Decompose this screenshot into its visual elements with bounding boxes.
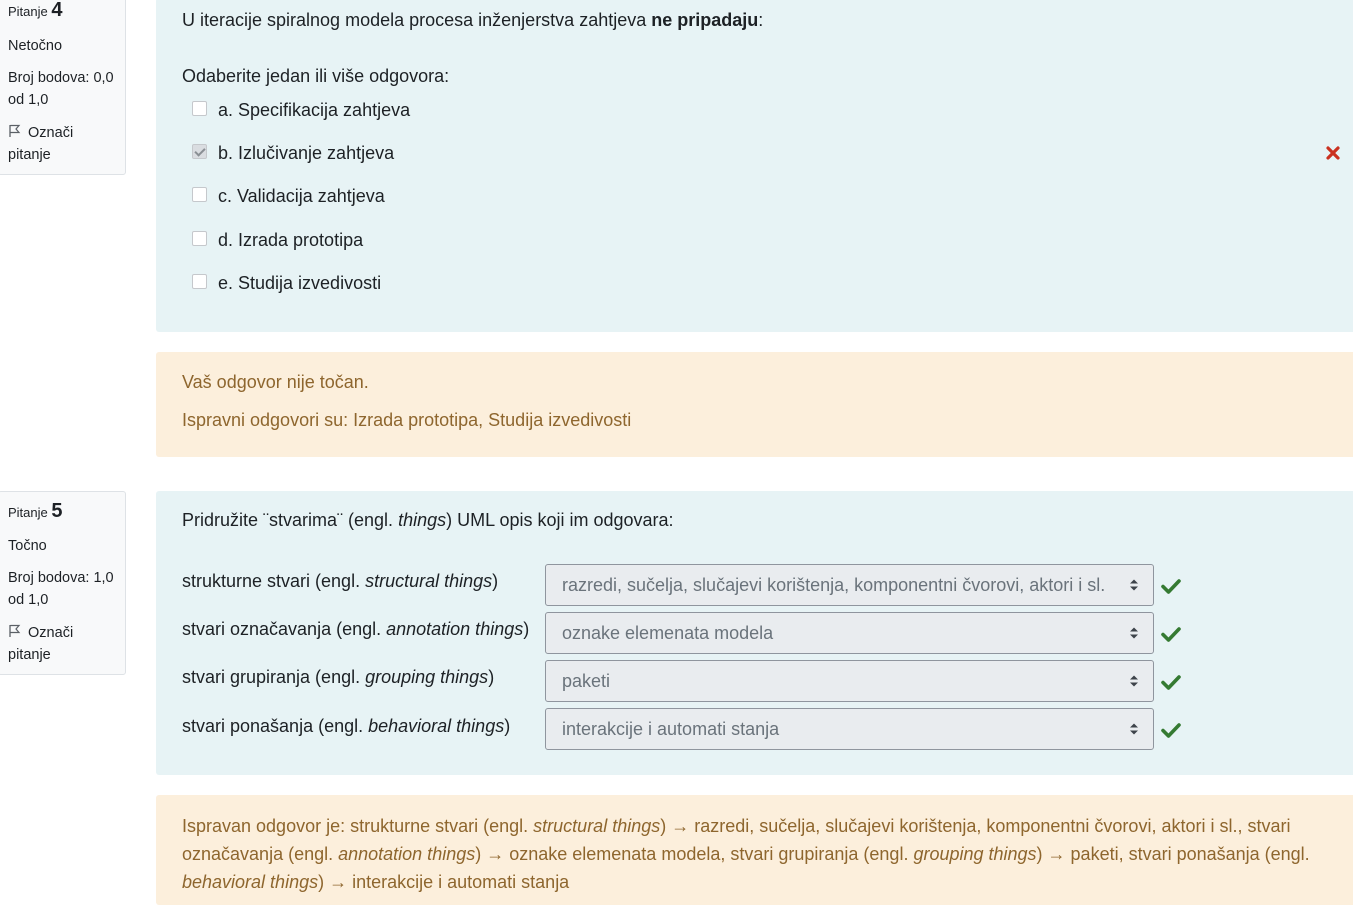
select-value: razredi, sučelja, slučajevi korištenja, … bbox=[562, 575, 1106, 595]
row-label-end: ) bbox=[504, 716, 511, 736]
question-text-start: U iteracije spiralnog modela procesa inž… bbox=[182, 10, 652, 30]
checkbox-a[interactable] bbox=[192, 101, 207, 116]
question-grade-line2: od 1,0 bbox=[8, 592, 49, 608]
select-arrows-icon bbox=[1130, 675, 1138, 687]
feedback-em: behavioral things bbox=[182, 872, 319, 892]
feedback-right-answer-line1: Ispravan odgovor je: strukturne stvari (… bbox=[182, 812, 1290, 840]
match-select-annotation[interactable]: oznake elemenata modela bbox=[545, 612, 1154, 654]
match-select-behavioral[interactable]: interakcije i automati stanja bbox=[545, 708, 1154, 750]
check-icon bbox=[1161, 579, 1181, 594]
question-text-em: things bbox=[398, 510, 447, 530]
feedback-text: Ispravan odgovor je: strukturne stvari (… bbox=[182, 816, 534, 836]
feedback-em: structural things bbox=[533, 816, 661, 836]
select-value: paketi bbox=[562, 671, 611, 691]
feedback-text: ) → interakcije i automati stanja bbox=[318, 872, 570, 892]
option-label-b[interactable]: b. Izlučivanje zahtjeva bbox=[218, 141, 394, 165]
flag-label-line2: pitanje bbox=[8, 147, 51, 163]
flag-question-link[interactable]: Označi pitanje bbox=[8, 122, 73, 166]
question-number: Pitanje 4 bbox=[8, 0, 63, 23]
question-info-5: Pitanje 5 Točno Broj bodova: 1,0 od 1,0 … bbox=[0, 491, 126, 675]
row-label-em: structural things bbox=[365, 571, 493, 591]
feedback-em: grouping things bbox=[913, 844, 1037, 864]
question-formulation-5: Pridružite ¨stvarima¨ (engl. things) UML… bbox=[156, 491, 1353, 775]
check-icon bbox=[1161, 675, 1181, 690]
feedback-text: označavanja (engl. bbox=[182, 844, 339, 864]
question-number-prefix: Pitanje bbox=[8, 505, 48, 520]
check-icon bbox=[1161, 723, 1181, 738]
row-label-em: grouping things bbox=[365, 667, 489, 687]
row-label-text: stvari grupiranja (engl. bbox=[182, 667, 366, 687]
row-label-text: stvari ponašanja (engl. bbox=[182, 716, 369, 736]
question-formulation-4: U iteracije spiralnog modela procesa inž… bbox=[156, 0, 1353, 332]
select-arrows-icon bbox=[1130, 579, 1138, 591]
feedback-right-answer-line2: označavanja (engl. annotation things) → … bbox=[182, 840, 1310, 868]
question-number-value: 5 bbox=[51, 500, 63, 522]
flag-icon bbox=[9, 124, 21, 137]
question-text-end: ) UML opis koji im odgovara: bbox=[446, 510, 674, 530]
select-arrows-icon bbox=[1130, 627, 1138, 639]
option-label-c[interactable]: c. Validacija zahtjeva bbox=[218, 184, 385, 208]
match-select-grouping[interactable]: paketi bbox=[545, 660, 1154, 702]
select-value: interakcije i automati stanja bbox=[562, 719, 780, 739]
row-label-end: ) bbox=[488, 667, 495, 687]
question-feedback-5: Ispravan odgovor je: strukturne stvari (… bbox=[156, 795, 1353, 905]
checkbox-e[interactable] bbox=[192, 274, 207, 289]
match-row-label: stvari označavanja (engl. annotation thi… bbox=[182, 617, 529, 641]
match-select-structural[interactable]: razredi, sučelja, slučajevi korištenja, … bbox=[545, 564, 1154, 606]
question-text-start: Pridružite ¨stvarima¨ (engl. bbox=[182, 510, 399, 530]
question-feedback-4: Vaš odgovor nije točan. Ispravni odgovor… bbox=[156, 352, 1353, 457]
question-grade-line1: Broj bodova: 1,0 bbox=[8, 570, 114, 586]
row-label-em: annotation things bbox=[386, 619, 524, 639]
checkbox-b[interactable] bbox=[192, 144, 207, 159]
feedback-general: Vaš odgovor nije točan. bbox=[182, 372, 369, 392]
cross-icon bbox=[1326, 146, 1340, 160]
option-label-d[interactable]: d. Izrada prototipa bbox=[218, 228, 363, 252]
select-arrows-icon bbox=[1130, 723, 1138, 735]
flag-label-line1: Označi bbox=[28, 625, 74, 641]
question-grade-line2: od 1,0 bbox=[8, 92, 49, 108]
question-state: Točno bbox=[8, 538, 47, 554]
question-grade-line1: Broj bodova: 0,0 bbox=[8, 70, 114, 86]
checkbox-d[interactable] bbox=[192, 231, 207, 246]
checkbox-c[interactable] bbox=[192, 187, 207, 202]
select-value: oznake elemenata modela bbox=[562, 623, 774, 643]
feedback-right-answer: Ispravni odgovori su: Izrada prototipa, … bbox=[182, 410, 632, 430]
question-text-bold: ne pripadaju bbox=[651, 10, 759, 30]
option-label-e[interactable]: e. Studija izvedivosti bbox=[218, 271, 381, 295]
row-label-em: behavioral things bbox=[368, 716, 505, 736]
answer-prompt: Odaberite jedan ili više odgovora: bbox=[182, 66, 450, 86]
question-number: Pitanje 5 bbox=[8, 500, 63, 524]
question-state: Netočno bbox=[8, 38, 63, 54]
match-row-label: strukturne stvari (engl. structural thin… bbox=[182, 569, 498, 593]
feedback-em: annotation things bbox=[338, 844, 476, 864]
question-number-prefix: Pitanje bbox=[8, 4, 48, 19]
flag-question-link[interactable]: Označi pitanje bbox=[8, 622, 73, 666]
feedback-text: ) → oznake elemenata modela, stvari grup… bbox=[475, 844, 914, 864]
question-number-value: 4 bbox=[51, 0, 63, 21]
row-label-text: stvari označavanja (engl. bbox=[182, 619, 387, 639]
option-label-a[interactable]: a. Specifikacija zahtjeva bbox=[218, 98, 410, 122]
row-label-text: strukturne stvari (engl. bbox=[182, 571, 366, 591]
row-label-end: ) bbox=[523, 619, 530, 639]
flag-icon bbox=[9, 624, 21, 637]
row-label-end: ) bbox=[492, 571, 499, 591]
feedback-right-answer-line3: behavioral things) → interakcije i autom… bbox=[182, 868, 569, 896]
question-text-end: : bbox=[758, 10, 764, 30]
check-icon bbox=[1161, 627, 1181, 642]
match-row-label: stvari ponašanja (engl. behavioral thing… bbox=[182, 714, 510, 738]
flag-label-line2: pitanje bbox=[8, 647, 51, 663]
feedback-text: ) → razredi, sučelja, slučajevi korišten… bbox=[660, 816, 1291, 836]
flag-label-line1: Označi bbox=[28, 125, 74, 141]
feedback-text: ) → paketi, stvari ponašanja (engl. bbox=[1036, 844, 1310, 864]
question-info-4: Pitanje 4 Netočno Broj bodova: 0,0 od 1,… bbox=[0, 0, 126, 175]
question-text: U iteracije spiralnog modela procesa inž… bbox=[182, 8, 763, 32]
question-text: Pridružite ¨stvarima¨ (engl. things) UML… bbox=[182, 508, 674, 532]
match-row-label: stvari grupiranja (engl. grouping things… bbox=[182, 665, 494, 689]
